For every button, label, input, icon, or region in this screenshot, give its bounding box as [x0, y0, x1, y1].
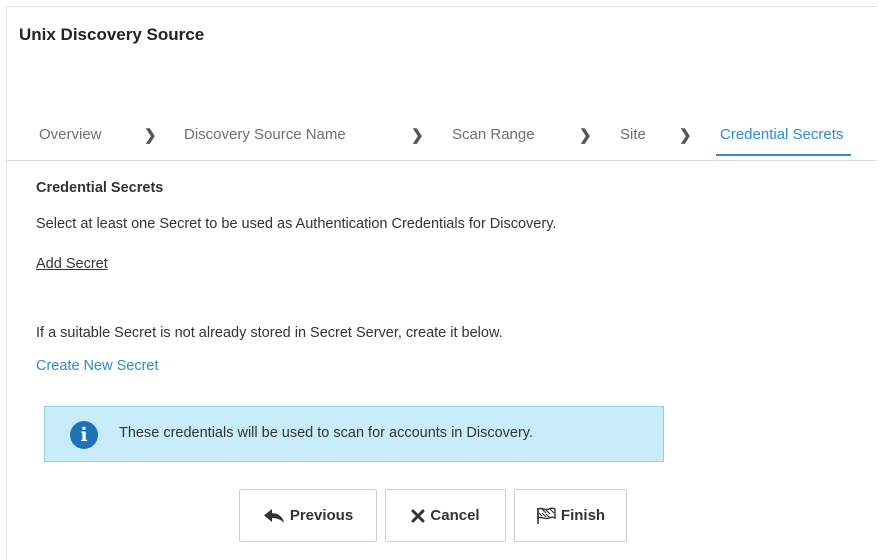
finish-button[interactable]: Finish	[514, 489, 627, 542]
step-discovery-source-name[interactable]: Discovery Source Name	[184, 126, 346, 143]
previous-button-label: Previous	[289, 507, 354, 524]
checkered-flag-icon	[536, 507, 556, 525]
add-secret-link[interactable]: Add Secret	[36, 256, 108, 272]
page-title: Unix Discovery Source	[19, 25, 205, 44]
step-credential-secrets[interactable]: Credential Secrets	[715, 126, 852, 156]
step-site[interactable]: Site	[620, 126, 646, 143]
step-scan-range[interactable]: Scan Range	[452, 126, 535, 143]
close-x-icon	[411, 509, 425, 523]
previous-button[interactable]: Previous	[239, 489, 377, 542]
cancel-button[interactable]: Cancel	[385, 489, 506, 542]
info-alert-text: These credentials will be used to scan f…	[119, 425, 533, 441]
create-secret-hint: If a suitable Secret is not already stor…	[36, 325, 503, 341]
section-description: Select at least one Secret to be used as…	[36, 216, 557, 232]
chevron-right-icon: ❯	[579, 127, 592, 144]
info-alert: i These credentials will be used to scan…	[44, 406, 664, 462]
create-new-secret-link[interactable]: Create New Secret	[36, 358, 159, 374]
cancel-button-label: Cancel	[430, 507, 480, 524]
section-heading: Credential Secrets	[36, 180, 164, 196]
chevron-right-icon: ❯	[679, 127, 692, 144]
chevron-right-icon: ❯	[144, 127, 157, 144]
reply-arrow-icon	[263, 508, 285, 524]
finish-button-label: Finish	[560, 507, 606, 524]
chevron-right-icon: ❯	[411, 127, 424, 144]
wizard-steps: Overview ❯ Discovery Source Name ❯ Scan …	[7, 112, 877, 161]
info-icon: i	[70, 421, 98, 449]
discovery-wizard-panel: Unix Discovery Source Overview ❯ Discove…	[6, 6, 877, 560]
step-overview[interactable]: Overview	[39, 126, 102, 143]
